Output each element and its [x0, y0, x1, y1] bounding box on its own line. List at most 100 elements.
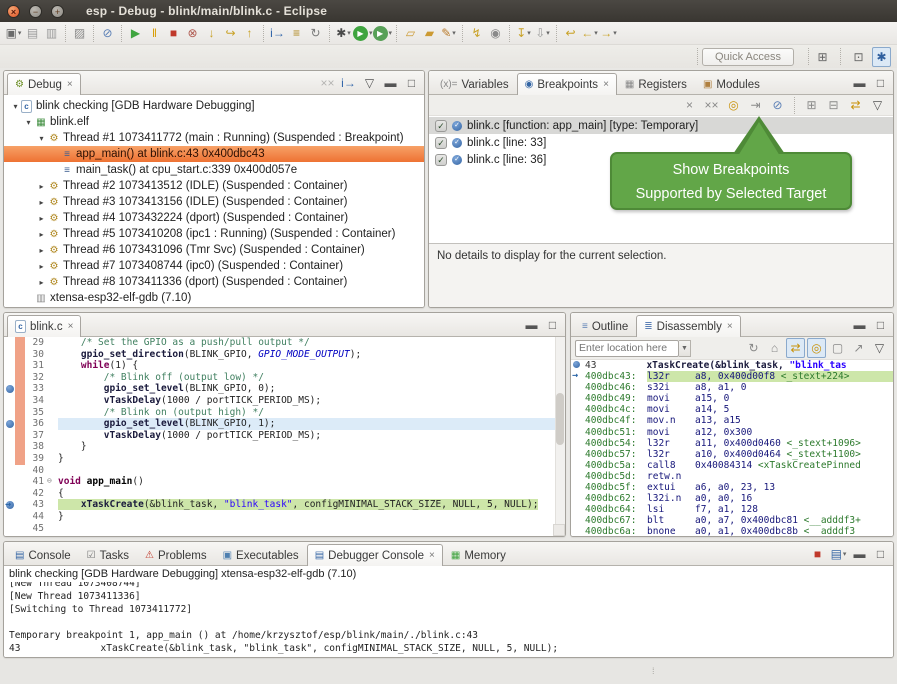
run-icon[interactable]: ▶▾ — [353, 23, 373, 43]
editor-gutter[interactable]: 42 — [4, 488, 58, 500]
maximize-icon[interactable]: □ — [871, 73, 890, 93]
close-icon[interactable]: × — [68, 321, 74, 332]
sync-selection-icon[interactable]: ⇄ — [786, 338, 805, 358]
disassembly-row[interactable]: 400dbc51:movia12, 0x300 — [571, 427, 893, 438]
export-icon[interactable]: ↗ — [849, 338, 868, 358]
debug-perspective-icon[interactable]: ✱ — [872, 47, 891, 67]
back-icon[interactable]: ←▾ — [580, 23, 599, 43]
collapse-all-icon[interactable]: ⊟ — [824, 95, 843, 115]
editor-gutter[interactable]: 30 — [4, 349, 58, 361]
editor-gutter[interactable]: 39 — [4, 453, 58, 465]
track-expression-icon[interactable]: ◎ — [807, 338, 826, 358]
tab-debugger-console[interactable]: ▤Debugger Console× — [307, 544, 443, 566]
editor-gutter[interactable]: →43 — [4, 499, 58, 511]
sash-grip[interactable]: ⁞ — [652, 666, 656, 676]
cpp-perspective-icon[interactable]: ⊡ — [849, 47, 868, 67]
dropdown-arrow-icon[interactable]: ▾ — [843, 550, 847, 558]
quick-access-box[interactable]: Quick Access — [702, 48, 794, 66]
dropdown-arrow-icon[interactable]: ▾ — [18, 29, 22, 37]
debug-tree-item[interactable]: ≡main_task() at cpu_start.c:339 0x400d05… — [4, 162, 424, 178]
maximize-icon[interactable]: □ — [543, 315, 562, 335]
location-dropdown-icon[interactable]: ▼ — [679, 340, 691, 357]
editor-gutter[interactable]: 33 — [4, 383, 58, 395]
show-threads-icon[interactable]: ≡ — [287, 23, 306, 43]
show-supported-breakpoints-icon[interactable]: ◎ — [724, 95, 743, 115]
disconnect-icon[interactable]: ⊗ — [183, 23, 202, 43]
maximize-icon[interactable]: □ — [871, 315, 890, 335]
minimize-icon[interactable]: ▬ — [522, 315, 541, 335]
disassembly-row[interactable]: 400dbc5a:call80x40084314 <xTaskCreatePin… — [571, 460, 893, 471]
editor-gutter[interactable]: 31 — [4, 360, 58, 372]
disassembly-row[interactable]: 400dbc6a:bnonea0, a1, 0x400dbc8b <__addd… — [571, 526, 893, 536]
goto-file-icon[interactable]: ⇥ — [746, 95, 765, 115]
view-menu-icon[interactable]: ▽ — [868, 95, 887, 115]
tab-registers[interactable]: ▦Registers — [617, 73, 695, 95]
restart-icon[interactable]: ↻ — [306, 23, 325, 43]
dropdown-arrow-icon[interactable]: ▾ — [594, 29, 598, 37]
breakpoint-checkbox[interactable]: ✓ — [435, 154, 447, 166]
editor-gutter[interactable]: 41⊖ — [4, 476, 58, 488]
dropdown-arrow-icon[interactable]: ▾ — [527, 29, 531, 37]
dropdown-arrow-icon[interactable]: ▾ — [613, 29, 617, 37]
tab-outline[interactable]: ≡Outline — [574, 315, 636, 337]
location-input[interactable] — [575, 340, 679, 357]
close-icon[interactable]: × — [67, 79, 73, 90]
refresh-icon[interactable]: ↻ — [744, 338, 763, 358]
external-tools-icon[interactable]: ▶▾ — [373, 23, 393, 43]
debug-tree-item[interactable]: ▸⚙Thread #4 1073432224 (dport) (Suspende… — [4, 210, 424, 226]
editor-gutter[interactable]: 32 — [4, 372, 58, 384]
editor-gutter[interactable]: 37 — [4, 430, 58, 442]
skip-all-breakpoints-icon[interactable]: ⊘ — [98, 23, 117, 43]
editor-gutter[interactable]: 36 — [4, 418, 58, 430]
collapse-arrow-icon[interactable]: ▾ — [10, 102, 21, 111]
editor-gutter[interactable]: 40 — [4, 465, 58, 477]
suspend-icon[interactable]: ‖ — [145, 23, 164, 43]
expand-arrow-icon[interactable]: ▸ — [36, 182, 47, 191]
editor-gutter[interactable]: 34 — [4, 395, 58, 407]
tab-memory[interactable]: ▦Memory — [443, 544, 514, 566]
tab-tasks[interactable]: ☑Tasks — [79, 544, 137, 566]
copy-icon[interactable]: ▢ — [828, 338, 847, 358]
breakpoint-row[interactable]: ✓✓blink.c [line: 33] — [429, 134, 893, 151]
link-editor-icon[interactable]: ⇩▾ — [533, 23, 552, 43]
tab-problems[interactable]: ⚠Problems — [137, 544, 215, 566]
editor-gutter[interactable]: 35 — [4, 407, 58, 419]
tab-executables[interactable]: ▣Executables — [215, 544, 307, 566]
debug-icon[interactable]: ✱▾ — [334, 23, 353, 43]
pin-editor-icon[interactable]: ↧▾ — [514, 23, 533, 43]
editor-gutter[interactable]: 44 — [4, 511, 58, 523]
debug-tree-item[interactable]: ≡app_main() at blink.c:43 0x400dbc43 — [4, 146, 424, 162]
expand-arrow-icon[interactable]: ▸ — [36, 262, 47, 271]
open-perspective-icon[interactable]: ⊞ — [813, 47, 832, 67]
terminate-icon[interactable]: ■ — [164, 23, 183, 43]
tab-variables[interactable]: (x)=Variables — [432, 73, 517, 95]
home-icon[interactable]: ⌂ — [765, 338, 784, 358]
minimize-icon[interactable]: ▬ — [381, 73, 400, 93]
close-button[interactable]: × — [7, 5, 20, 18]
breakpoint-checkbox[interactable]: ✓ — [435, 137, 447, 149]
maximize-button[interactable]: + — [51, 5, 64, 18]
debug-tree-item[interactable]: ▸⚙Thread #8 1073411336 (dport) (Suspende… — [4, 274, 424, 290]
step-return-icon[interactable]: ↑ — [240, 23, 259, 43]
tab-blink.c[interactable]: cblink.c× — [7, 315, 81, 337]
tab-modules[interactable]: ▣Modules — [695, 73, 768, 95]
build-icon[interactable]: ▨ — [70, 23, 89, 43]
expand-arrow-icon[interactable]: ▸ — [36, 246, 47, 255]
breakpoint-checkbox[interactable]: ✓ — [435, 120, 447, 132]
breakpoint-marker-icon[interactable] — [4, 419, 17, 429]
remove-all-breakpoints-icon[interactable]: ×× — [702, 95, 721, 115]
minimize-icon[interactable]: ▬ — [850, 544, 869, 564]
disassembly-listing[interactable]: 43xTaskCreate(&blink_task, "blink_tas→40… — [571, 360, 893, 536]
disassembly-row[interactable]: 400dbc4c:movia14, 5 — [571, 404, 893, 415]
link-with-debug-icon[interactable]: ⇄ — [846, 95, 865, 115]
last-edit-location-icon[interactable]: ↩ — [561, 23, 580, 43]
expand-arrow-icon[interactable]: ▸ — [36, 278, 47, 287]
disassembly-row[interactable]: 400dbc54:l32ra11, 0x400d0460 <_stext+109… — [571, 438, 893, 449]
resume-icon[interactable]: ▶ — [126, 23, 145, 43]
breakpoint-marker-icon[interactable] — [4, 384, 17, 394]
expand-arrow-icon[interactable]: ▸ — [36, 230, 47, 239]
debug-tree-item[interactable]: ▸⚙Thread #2 1073413512 (IDLE) (Suspended… — [4, 178, 424, 194]
dropdown-arrow-icon[interactable]: ▾ — [369, 29, 373, 37]
instruction-stepping-mode-icon[interactable]: i→ — [339, 73, 358, 93]
collapse-arrow-icon[interactable]: ▾ — [36, 134, 47, 143]
